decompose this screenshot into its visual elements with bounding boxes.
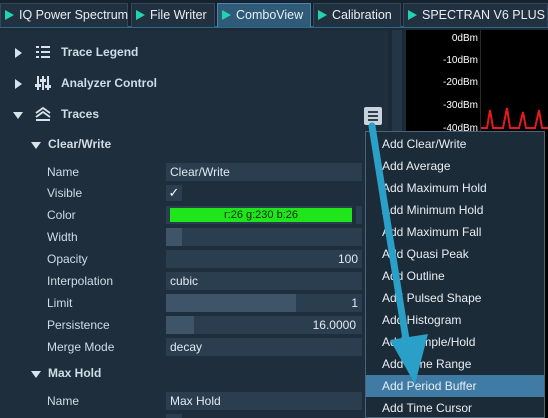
section-title: Traces [61, 107, 100, 121]
menu-item-add-period-buffer[interactable]: Add Period Buffer [366, 375, 544, 397]
menu-item-add-maximum-hold[interactable]: Add Maximum Hold [366, 177, 544, 199]
limit-label: Limit [47, 296, 73, 310]
menu-item-add-maximum-fall[interactable]: Add Maximum Fall [366, 221, 544, 243]
menu-item-add-sample-hold[interactable]: Add Sample/Hold [366, 331, 544, 353]
tab-comboview[interactable]: ComboView [217, 3, 311, 27]
name-input[interactable]: Clear/Write [166, 163, 362, 181]
tab-bar: IQ Power Spectrum File Writer ComboView … [0, 0, 548, 28]
tab-iq-power-spectrum[interactable]: IQ Power Spectrum [0, 3, 128, 27]
opacity-slider[interactable]: 100 [166, 250, 362, 268]
play-icon [408, 10, 417, 20]
menu-item-add-quasi-peak[interactable]: Add Quasi Peak [366, 243, 544, 265]
menu-item-add-average[interactable]: Add Average [366, 155, 544, 177]
menu-item-add-time-cursor[interactable]: Add Time Cursor [366, 397, 544, 418]
width-slider[interactable] [166, 228, 362, 246]
collapse-down-icon[interactable] [31, 371, 41, 378]
section-trace-legend[interactable]: Trace Legend [0, 42, 388, 64]
property-panel: Trace Legend Analyzer Control Traces Cle… [0, 30, 388, 418]
persistence-slider[interactable]: 16.0000 [166, 316, 362, 334]
width-label: Width [47, 230, 78, 244]
collapse-down-icon[interactable] [31, 142, 41, 149]
name-label: Name [47, 394, 80, 408]
y-axis-label: -30dBm [442, 100, 478, 111]
visible-checkbox[interactable]: ✓ [166, 185, 182, 201]
menu-item-add-outline[interactable]: Add Outline [366, 265, 544, 287]
name-label: Name [47, 165, 80, 179]
section-traces[interactable]: Traces [0, 104, 388, 126]
section-title: Analyzer Control [61, 76, 158, 90]
tab-spectran-v6-plus[interactable]: SPECTRAN V6 PLUS [403, 3, 548, 27]
subsection-max-hold[interactable]: Max Hold [0, 363, 388, 385]
section-title: Trace Legend [61, 45, 139, 59]
traces-layers-icon [35, 106, 51, 121]
y-axis-label: 0dBm [451, 33, 478, 44]
subsection-clear-write[interactable]: Clear/Write [0, 134, 388, 156]
subsection-title: Max Hold [48, 366, 102, 380]
slider-fill [166, 228, 182, 246]
y-axis-label: -10dBm [442, 55, 478, 66]
color-label: Color [47, 208, 76, 222]
color-swatch[interactable]: r:26 g:230 b:26 [170, 208, 352, 222]
menu-item-add-pulsed-shape[interactable]: Add Pulsed Shape [366, 287, 544, 309]
color-picker-button[interactable] [356, 206, 362, 224]
section-analyzer-control[interactable]: Analyzer Control [0, 73, 388, 95]
collapse-down-icon[interactable] [13, 112, 23, 119]
tab-calibration[interactable]: Calibration [313, 3, 401, 27]
legend-list-icon [36, 46, 50, 58]
expand-right-icon[interactable] [15, 48, 22, 58]
menu-icon [368, 111, 378, 113]
visible-checkbox[interactable] [166, 414, 182, 418]
slider-fill [166, 294, 296, 312]
expand-right-icon[interactable] [15, 79, 22, 89]
tab-file-writer[interactable]: File Writer [131, 3, 215, 27]
play-icon [222, 10, 231, 20]
persistence-label: Persistence [47, 318, 110, 332]
add-trace-menu: Add Clear/Write Add Average Add Maximum … [365, 131, 545, 418]
limit-slider[interactable]: 1 [166, 294, 362, 312]
menu-item-add-time-range[interactable]: Add Time Range [366, 353, 544, 375]
traces-menu-button[interactable] [364, 107, 382, 125]
play-icon [136, 10, 145, 20]
menu-item-add-histogram[interactable]: Add Histogram [366, 309, 544, 331]
play-icon [318, 10, 327, 20]
visible-label: Visible [47, 186, 83, 200]
y-axis-label: -20dBm [442, 77, 478, 88]
name-input[interactable]: Max Hold [166, 392, 362, 410]
merge-mode-select[interactable]: decay [166, 338, 362, 356]
merge-mode-label: Merge Mode [47, 340, 115, 354]
interpolation-select[interactable]: cubic [166, 272, 362, 290]
interpolation-label: Interpolation [47, 274, 114, 288]
sliders-icon [35, 76, 51, 90]
play-icon [5, 10, 14, 20]
opacity-label: Opacity [47, 252, 88, 266]
menu-item-add-clear-write[interactable]: Add Clear/Write [366, 133, 544, 155]
menu-item-add-minimum-hold[interactable]: Add Minimum Hold [366, 199, 544, 221]
subsection-title: Clear/Write [48, 137, 112, 151]
